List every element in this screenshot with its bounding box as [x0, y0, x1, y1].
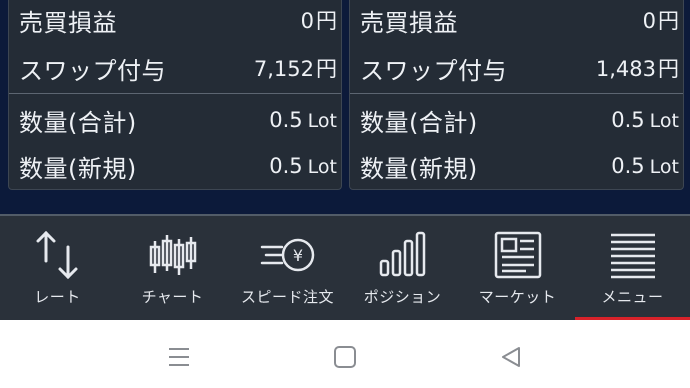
swap-row: スワップ付与 1,483円	[350, 49, 683, 87]
nav-label: メニュー	[601, 288, 664, 306]
svg-text:¥: ¥	[292, 246, 302, 265]
qty-new-row: 数量(新規) 0.5 Lot	[350, 147, 683, 185]
divider	[9, 93, 341, 94]
pnl-label: 売買損益	[19, 8, 117, 37]
pnl-value: 0	[300, 9, 314, 33]
nav-speed-order[interactable]: ¥ スピード注文	[230, 216, 345, 320]
position-card[interactable]: 売買損益 0円 スワップ付与 7,152円 数量(合計) 0.5 Lot 数量(新…	[8, 0, 342, 190]
menu-icon	[575, 226, 690, 284]
nav-chart[interactable]: チャート	[115, 216, 230, 320]
pnl-unit: 円	[316, 9, 337, 33]
qty-new-label: 数量(新規)	[360, 154, 478, 183]
swap-unit: 円	[658, 57, 679, 81]
swap-value: 7,152	[253, 57, 314, 81]
nav-label: レート	[34, 288, 81, 306]
pnl-label: 売買損益	[360, 8, 458, 37]
pnl-unit: 円	[658, 9, 679, 33]
positions-area: 売買損益 0円 スワップ付与 7,152円 数量(合計) 0.5 Lot 数量(新…	[0, 0, 690, 214]
swap-label: スワップ付与	[360, 56, 507, 85]
nav-market[interactable]: マーケット	[460, 216, 575, 320]
qty-total-row: 数量(合計) 0.5 Lot	[9, 101, 341, 139]
qty-new-label: 数量(新規)	[19, 154, 137, 183]
system-nav-bar	[0, 320, 690, 388]
home-icon[interactable]	[330, 342, 360, 372]
position-bars-icon	[345, 226, 460, 284]
nav-label: チャート	[141, 288, 204, 306]
swap-unit: 円	[316, 57, 337, 81]
pnl-row: 売買損益 0円	[9, 1, 341, 39]
pnl-row: 売買損益 0円	[350, 1, 683, 39]
bottom-nav: レート チャート ¥ スピード注文 ポジション マーケット メニュー	[0, 214, 690, 320]
qty-total-label: 数量(合計)	[19, 108, 137, 137]
nav-rate[interactable]: レート	[0, 216, 115, 320]
qty-total-unit: Lot	[307, 110, 337, 132]
qty-new-row: 数量(新規) 0.5 Lot	[9, 147, 341, 185]
back-icon[interactable]	[496, 342, 526, 372]
qty-total-unit: Lot	[649, 110, 679, 132]
qty-total-value: 0.5	[611, 108, 645, 132]
swap-label: スワップ付与	[19, 56, 166, 85]
nav-position[interactable]: ポジション	[345, 216, 460, 320]
candlestick-icon	[115, 226, 230, 284]
qty-new-unit: Lot	[307, 156, 337, 178]
qty-new-value: 0.5	[269, 154, 303, 178]
speed-order-yen-icon: ¥	[230, 226, 345, 284]
position-card[interactable]: 売買損益 0円 スワップ付与 1,483円 数量(合計) 0.5 Lot 数量(新…	[349, 0, 684, 190]
recent-apps-icon[interactable]	[164, 342, 194, 372]
qty-total-row: 数量(合計) 0.5 Lot	[350, 101, 683, 139]
qty-total-label: 数量(合計)	[360, 108, 478, 137]
qty-total-value: 0.5	[269, 108, 303, 132]
nav-menu[interactable]: メニュー	[575, 216, 690, 320]
divider	[350, 93, 683, 94]
qty-new-value: 0.5	[611, 154, 645, 178]
market-news-icon	[460, 226, 575, 284]
swap-value: 1,483	[595, 57, 656, 81]
pnl-value: 0	[642, 9, 656, 33]
nav-label: マーケット	[478, 288, 557, 306]
nav-label: ポジション	[363, 288, 442, 306]
rate-arrows-icon	[0, 226, 115, 284]
swap-row: スワップ付与 7,152円	[9, 49, 341, 87]
qty-new-unit: Lot	[649, 156, 679, 178]
nav-label: スピード注文	[240, 288, 334, 306]
